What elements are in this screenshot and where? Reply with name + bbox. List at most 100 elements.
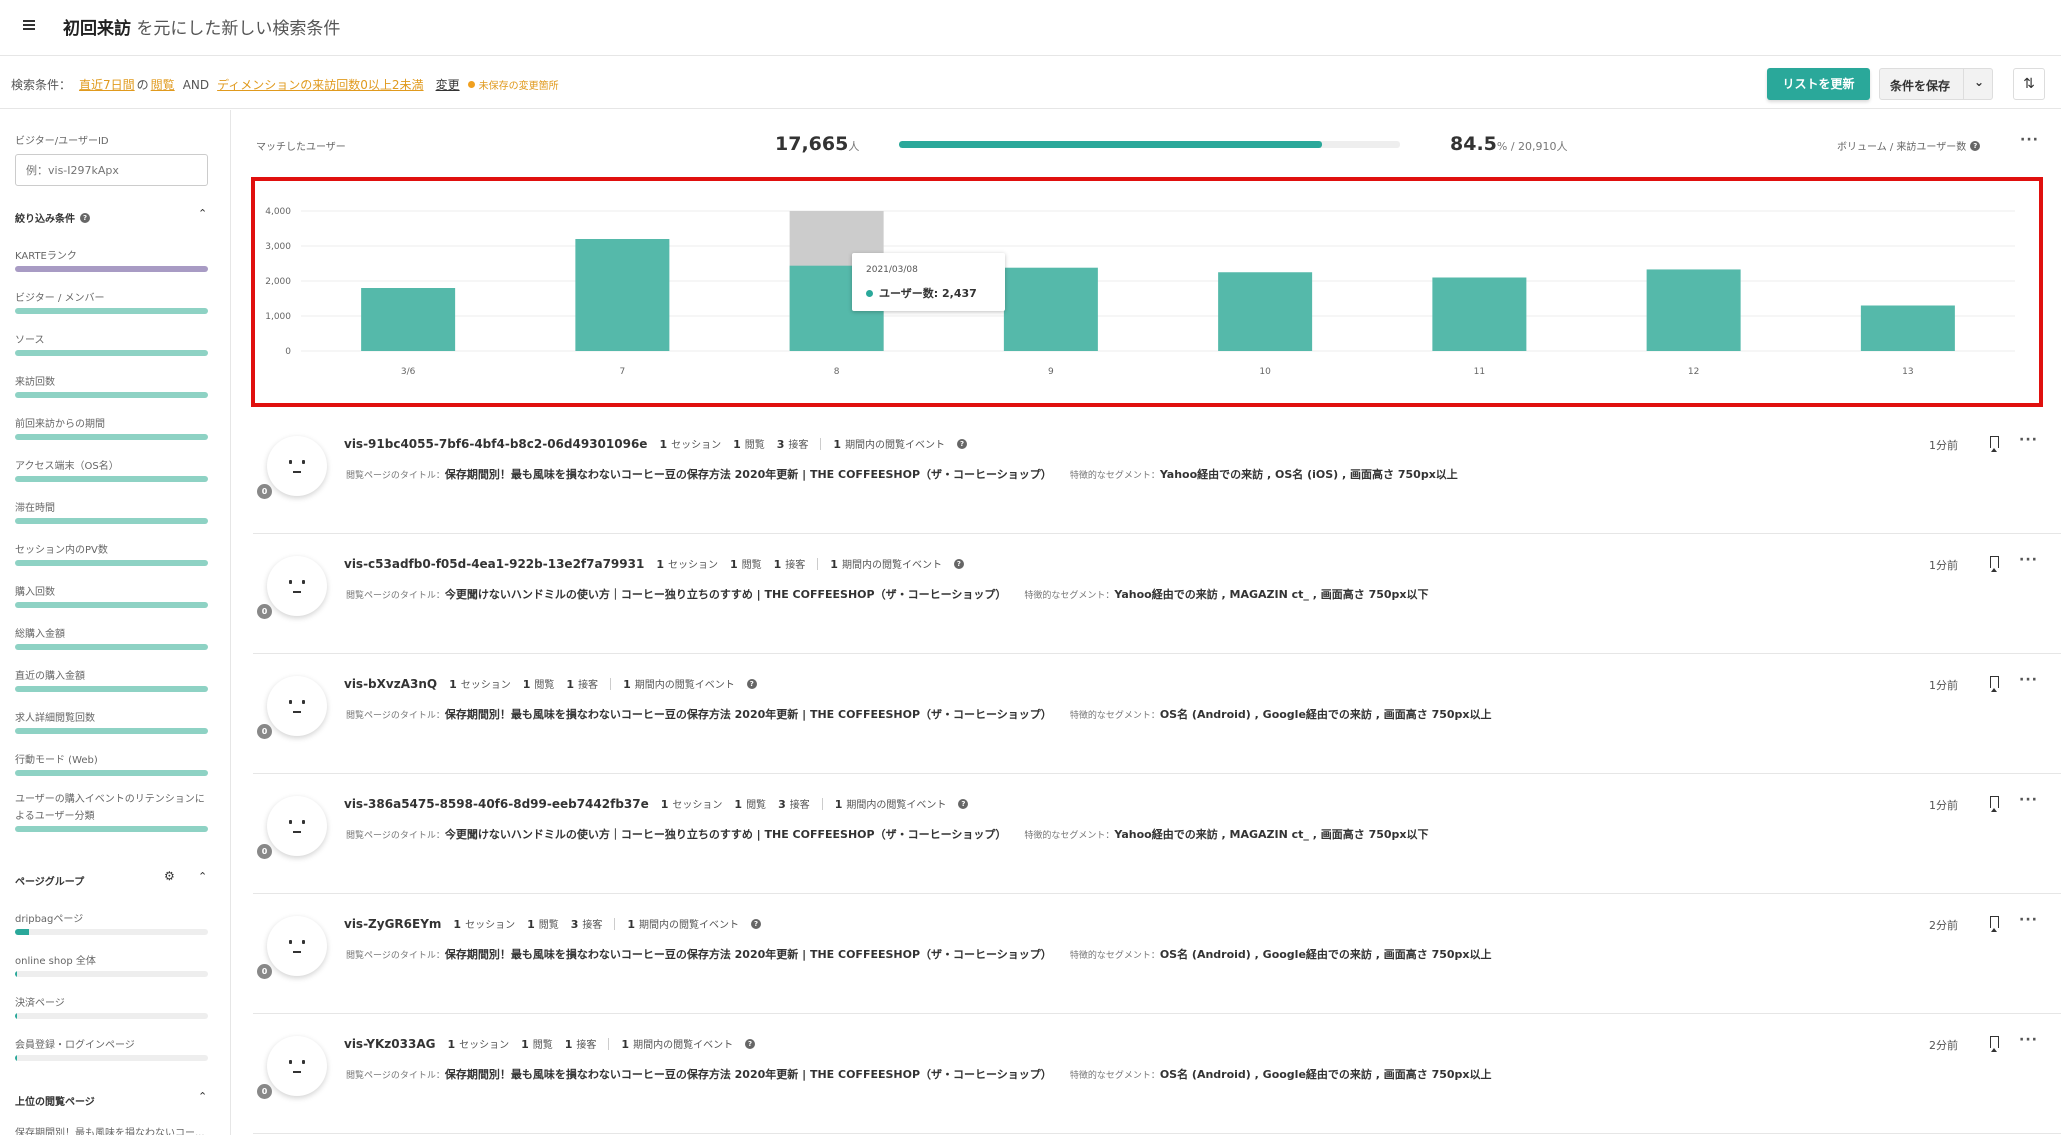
chevron-down-icon[interactable]: ⌄ xyxy=(1974,75,1984,89)
chart-bar[interactable] xyxy=(1432,277,1527,352)
visitor-id[interactable]: vis-386a5475-8598-40f6-8d99-eeb7442fb37e xyxy=(344,797,649,811)
avatar[interactable] xyxy=(267,436,327,496)
visitor-id-input[interactable] xyxy=(15,154,208,186)
page-group-label: dripbagページ xyxy=(15,914,84,925)
chart-bar[interactable] xyxy=(1646,269,1741,351)
bookmark-icon[interactable] xyxy=(1990,676,1999,692)
help-icon[interactable]: ? xyxy=(953,558,964,569)
filter-distribution-bar[interactable] xyxy=(15,476,208,482)
x-tick-label: 7 xyxy=(620,367,626,377)
filter-distribution-bar[interactable] xyxy=(15,518,208,524)
visitor-id[interactable]: vis-YKz033AG xyxy=(344,1037,435,1051)
help-icon[interactable]: ? xyxy=(745,1038,756,1049)
more-options-icon[interactable]: ··· xyxy=(2019,552,2038,568)
more-options-icon[interactable]: ··· xyxy=(2019,792,2038,808)
visitor-row[interactable]: 0 vis-ZyGR6EYm 1 セッション 1 閲覧 3 接客 1 期間内の閲覧イベント? 閲覧ペ… xyxy=(253,894,2061,1014)
filter-distribution-bar[interactable] xyxy=(15,728,208,734)
chart-bar[interactable] xyxy=(1218,272,1313,351)
view-count: 1 閲覧 xyxy=(734,798,767,811)
more-options-icon[interactable]: ··· xyxy=(2019,432,2038,448)
visitor-id[interactable]: vis-bXvzA3nQ xyxy=(344,677,437,691)
filter-label: 総購入金額 xyxy=(15,629,65,640)
avatar[interactable] xyxy=(267,556,327,616)
filter-distribution-bar[interactable] xyxy=(15,770,208,776)
help-icon[interactable]: ? xyxy=(958,798,969,809)
x-tick-label: 13 xyxy=(1902,367,1913,377)
more-options-icon[interactable]: ··· xyxy=(2020,132,2039,148)
visitor-row[interactable]: 0 vis-bXvzA3nQ 1 セッション 1 閲覧 1 接客 1 期間内の閲覧イベント? 閲覧ペ… xyxy=(253,654,2061,774)
last-seen-time: 1分前 xyxy=(1929,439,1958,452)
bookmark-icon[interactable] xyxy=(1990,556,1999,572)
visitor-summary: vis-ZyGR6EYm 1 セッション 1 閲覧 3 接客 1 期間内の閲覧イベント? xyxy=(344,916,762,931)
x-tick-label: 8 xyxy=(834,367,840,377)
help-icon[interactable]: ? xyxy=(1970,140,1981,151)
filter-distribution-bar[interactable] xyxy=(15,686,208,692)
matched-users-count: 17,665人 xyxy=(775,133,860,155)
filter-distribution-bar[interactable] xyxy=(15,560,208,566)
help-icon[interactable]: ? xyxy=(957,438,968,449)
top-pages-title: 上位の閲覧ページ xyxy=(15,1097,95,1108)
chevron-up-icon[interactable]: ⌃ xyxy=(198,1090,207,1103)
save-condition-button[interactable]: 条件を保存 ⌄ xyxy=(1879,68,1993,100)
help-icon[interactable]: ? xyxy=(746,678,757,689)
bookmark-icon[interactable] xyxy=(1990,1036,1999,1052)
condition-dimension-link[interactable]: ディメンションの来訪回数0以上2未満 xyxy=(217,76,423,93)
visitor-row[interactable]: 0 vis-91bc4055-7bf6-4bf4-b8c2-06d49301096… xyxy=(253,414,2061,534)
visitor-id[interactable]: vis-91bc4055-7bf6-4bf4-b8c2-06d49301096e xyxy=(344,437,647,451)
condition-period-link[interactable]: 直近7日間 xyxy=(79,76,135,93)
visitor-row[interactable]: 0 vis-YKz033AG 1 セッション 1 閲覧 1 接客 1 期間内の閲覧イベント? 閲覧ペ… xyxy=(253,1014,2061,1134)
filter-label: 購入回数 xyxy=(15,587,55,598)
filter-distribution-bar[interactable] xyxy=(15,350,208,356)
matched-users-label: マッチしたユーザー xyxy=(256,142,346,153)
help-icon[interactable]: ? xyxy=(80,212,90,223)
filter-distribution-bar[interactable] xyxy=(15,434,208,440)
gear-icon[interactable]: ⚙ xyxy=(164,869,175,883)
avatar[interactable] xyxy=(267,676,327,736)
bookmark-icon[interactable] xyxy=(1990,916,1999,932)
bookmark-icon[interactable] xyxy=(1990,436,1999,452)
visitor-id[interactable]: vis-c53adfb0-f05d-4ea1-922b-13e2f7a79931 xyxy=(344,557,644,571)
chart-bar[interactable] xyxy=(575,239,670,351)
more-options-icon[interactable]: ··· xyxy=(2019,1032,2038,1048)
filter-sidebar: ビジター/ユーザーID 絞り込み条件? ⌃ KARTEランクビジター / メンバ… xyxy=(0,110,231,1135)
avatar[interactable] xyxy=(267,796,327,856)
app-header: 初回来訪 を元にした新しい検索条件 xyxy=(0,0,2061,56)
visitor-row[interactable]: 0 vis-c53adfb0-f05d-4ea1-922b-13e2f7a7993… xyxy=(253,534,2061,654)
chevron-up-icon[interactable]: ⌃ xyxy=(198,207,207,220)
chart-bar[interactable] xyxy=(1860,305,1955,352)
page-group-bar[interactable] xyxy=(15,1013,208,1019)
page-group-bar[interactable] xyxy=(15,971,208,977)
chart-bar[interactable] xyxy=(1003,267,1098,351)
more-options-icon[interactable]: ··· xyxy=(2019,672,2038,688)
filter-label: 前回来訪からの期間 xyxy=(15,419,105,430)
filter-distribution-bar[interactable] xyxy=(15,644,208,650)
menu-icon[interactable] xyxy=(23,18,37,32)
update-list-button[interactable]: リストを更新 xyxy=(1767,68,1870,100)
visitor-row[interactable]: 0 vis-386a5475-8598-40f6-8d99-eeb7442fb37… xyxy=(253,774,2061,894)
filter-distribution-bar[interactable] xyxy=(15,308,208,314)
chart-bar[interactable] xyxy=(361,288,456,351)
page-title: 初回来訪 を元にした新しい検索条件 xyxy=(63,19,341,39)
chevron-up-icon[interactable]: ⌃ xyxy=(198,870,207,883)
more-options-icon[interactable]: ··· xyxy=(2019,912,2038,928)
session-count: 1 セッション xyxy=(447,1038,510,1051)
change-condition-link[interactable]: 変更 xyxy=(436,76,460,93)
retention-filter-bar[interactable] xyxy=(15,826,208,832)
avatar[interactable] xyxy=(267,916,327,976)
sort-icon[interactable]: ⇅ xyxy=(2013,68,2045,100)
contact-count: 1 接客 xyxy=(773,558,806,571)
x-tick-label: 9 xyxy=(1048,367,1054,377)
bookmark-icon[interactable] xyxy=(1990,796,1999,812)
filter-distribution-bar[interactable] xyxy=(15,602,208,608)
filter-label: 行動モード (Web) xyxy=(15,755,98,766)
top-page-item[interactable]: 保存期間別！最も風味を損なわないコー... xyxy=(15,1124,205,1135)
visitor-id[interactable]: vis-ZyGR6EYm xyxy=(344,917,441,931)
page-group-bar[interactable] xyxy=(15,929,208,935)
rank-badge: 0 xyxy=(257,484,272,499)
help-icon[interactable]: ? xyxy=(751,918,762,929)
filter-distribution-bar[interactable] xyxy=(15,266,208,272)
avatar[interactable] xyxy=(267,1036,327,1096)
page-group-bar[interactable] xyxy=(15,1055,208,1061)
filter-distribution-bar[interactable] xyxy=(15,392,208,398)
condition-event-link[interactable]: 閲覧 xyxy=(151,76,175,93)
